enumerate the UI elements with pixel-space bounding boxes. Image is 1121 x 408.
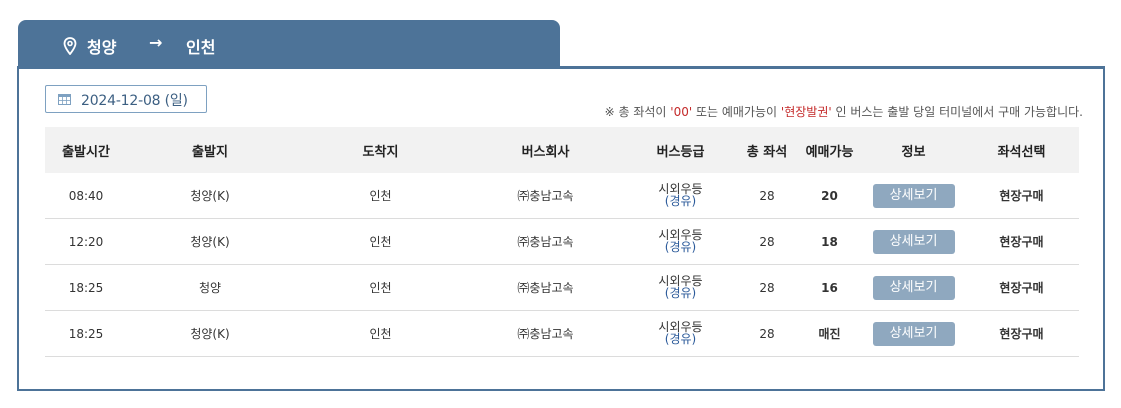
origin: 청양(K) [127, 218, 293, 265]
destination: 인천 [293, 173, 468, 219]
table-row: 12:20 청양(K) 인천 ㈜충남고속 시외우등 (경유) 28 18 상세보기… [45, 218, 1079, 265]
date-selector[interactable]: 2024-12-08 (일) [45, 85, 207, 113]
origin: 청양(K) [127, 173, 293, 219]
total-seats: 28 [738, 264, 796, 311]
available-seats: 18 [796, 218, 863, 265]
seat-select: 현장구매 [964, 173, 1079, 219]
detail-button[interactable]: 상세보기 [872, 183, 955, 208]
available-seats: 매진 [796, 310, 863, 357]
col-header: 출발시간 [45, 127, 127, 173]
bus-company: ㈜충남고속 [468, 264, 623, 311]
table-row: 18:25 청양(K) 인천 ㈜충남고속 시외우등 (경유) 28 매진 상세보기… [45, 310, 1079, 357]
destination: 인천 [293, 218, 468, 265]
bus-grade: 시외우등 (경유) [623, 218, 738, 265]
seat-select: 현장구매 [964, 218, 1079, 265]
col-header: 출발지 [127, 127, 293, 173]
total-seats: 28 [738, 310, 796, 357]
destination: 인천 [293, 264, 468, 311]
col-header: 정보 [863, 127, 964, 173]
calendar-icon [58, 94, 71, 105]
available-seats: 20 [796, 173, 863, 219]
map-pin-icon [63, 37, 77, 55]
schedule-panel: 2024-12-08 (일) ※ 총 좌석이 '00' 또는 예매가능이 '현장… [17, 66, 1105, 391]
table-header: 출발시간 출발지 도착지 버스회사 버스등급 총 좌석 예매가능 정보 좌석선택 [45, 127, 1079, 173]
col-header: 버스등급 [623, 127, 738, 173]
info-cell: 상세보기 [863, 218, 964, 265]
col-header: 예매가능 [796, 127, 863, 173]
bus-company: ㈜충남고속 [468, 218, 623, 265]
date-text: 2024-12-08 (일) [81, 93, 188, 109]
route-origin: 청양 [87, 38, 117, 57]
bus-company: ㈜충남고속 [468, 173, 623, 219]
col-header: 버스회사 [468, 127, 623, 173]
available-seats: 16 [796, 264, 863, 311]
table-row: 08:40 청양(K) 인천 ㈜충남고속 시외우등 (경유) 28 20 상세보기… [45, 173, 1079, 219]
bus-grade: 시외우등 (경유) [623, 310, 738, 357]
detail-button[interactable]: 상세보기 [872, 229, 955, 254]
bus-grade: 시외우등 (경유) [623, 173, 738, 219]
info-cell: 상세보기 [863, 173, 964, 219]
info-cell: 상세보기 [863, 264, 964, 311]
departure-time: 08:40 [45, 173, 127, 219]
bus-company: ㈜충남고속 [468, 310, 623, 357]
route-tab: 청양 → 인천 [18, 20, 560, 68]
schedule-table: 출발시간 출발지 도착지 버스회사 버스등급 총 좌석 예매가능 정보 좌석선택… [45, 127, 1079, 357]
col-header: 총 좌석 [738, 127, 796, 173]
origin: 청양(K) [127, 310, 293, 357]
table-row: 18:25 청양 인천 ㈜충남고속 시외우등 (경유) 28 16 상세보기 현장… [45, 264, 1079, 311]
bus-grade: 시외우등 (경유) [623, 264, 738, 311]
departure-time: 18:25 [45, 310, 127, 357]
col-header: 도착지 [293, 127, 468, 173]
departure-time: 12:20 [45, 218, 127, 265]
origin: 청양 [127, 264, 293, 311]
col-header: 좌석선택 [964, 127, 1079, 173]
route-destination: 인천 [186, 38, 216, 57]
departure-time: 18:25 [45, 264, 127, 311]
total-seats: 28 [738, 218, 796, 265]
arrow-right-icon: → [149, 33, 163, 52]
destination: 인천 [293, 310, 468, 357]
detail-button[interactable]: 상세보기 [872, 321, 955, 346]
notice-text: ※ 총 좌석이 '00' 또는 예매가능이 '현장발권' 인 버스는 출발 당일… [604, 105, 1083, 119]
total-seats: 28 [738, 173, 796, 219]
seat-select: 현장구매 [964, 264, 1079, 311]
seat-select: 현장구매 [964, 310, 1079, 357]
info-cell: 상세보기 [863, 310, 964, 357]
detail-button[interactable]: 상세보기 [872, 275, 955, 300]
